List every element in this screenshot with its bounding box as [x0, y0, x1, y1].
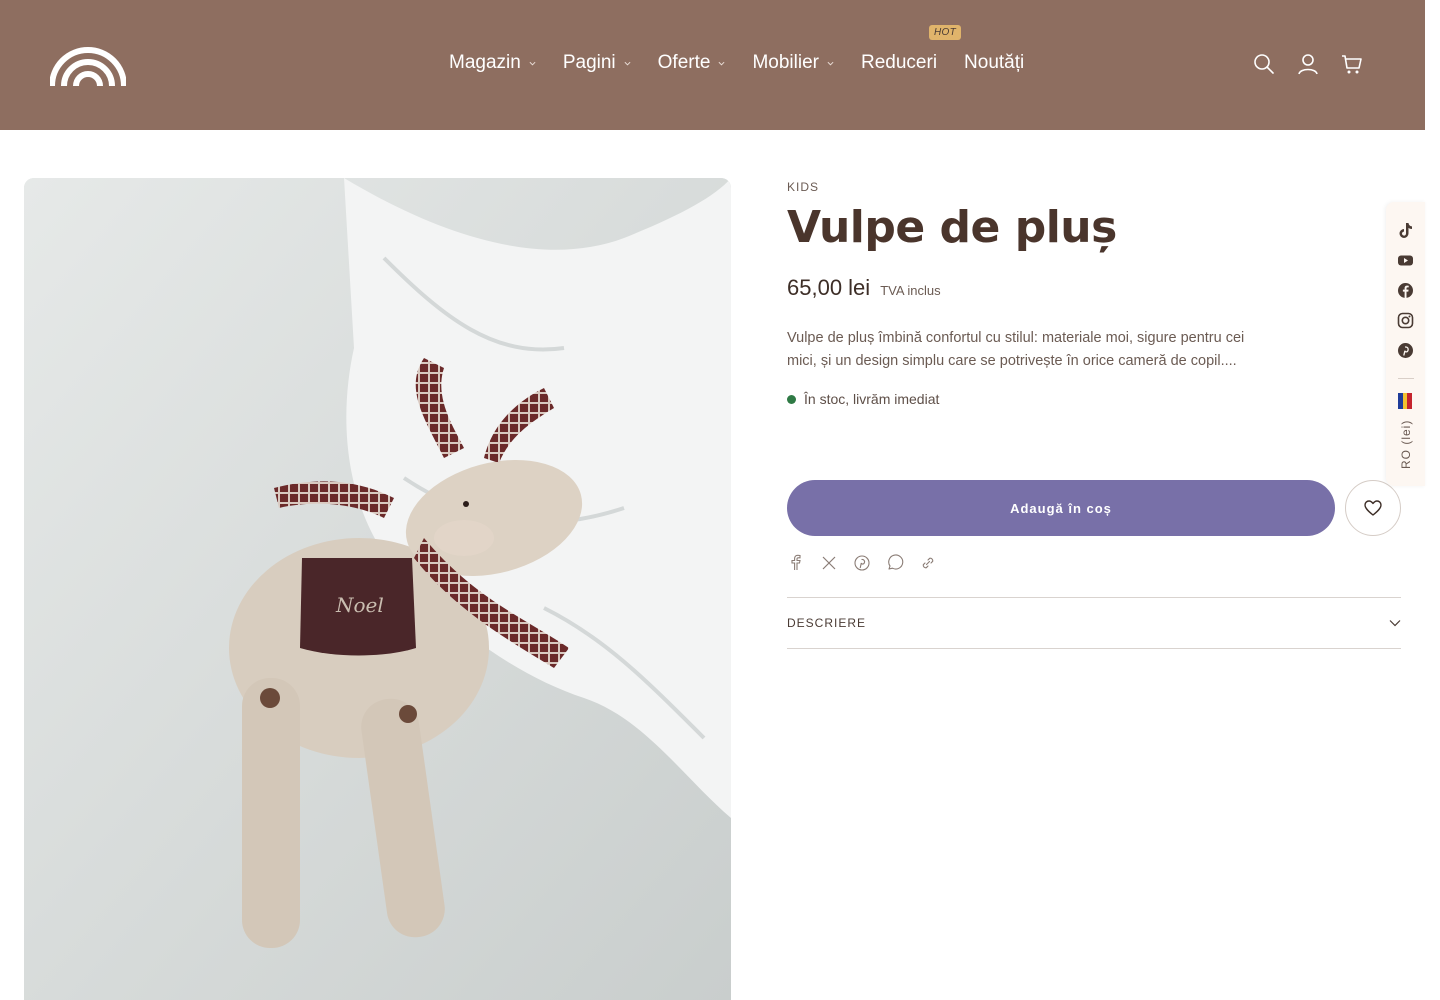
nav-item-oferte[interactable]: Oferte: [658, 52, 726, 74]
link-icon[interactable]: [919, 554, 937, 572]
language-currency-selector[interactable]: RO (lei): [1399, 420, 1413, 469]
saddle-text: Noel: [335, 593, 384, 617]
main-nav: Magazin Pagini Oferte Mobilier Reduceri …: [449, 25, 1051, 74]
nav-item-magazin[interactable]: Magazin: [449, 52, 536, 74]
logo-icon[interactable]: [50, 46, 126, 86]
rail-divider: [1398, 378, 1414, 379]
nav-label: Magazin: [449, 52, 521, 73]
product-vendor[interactable]: KIDS: [787, 180, 1401, 194]
nav-label: Noutăți: [964, 52, 1025, 73]
product-description: Vulpe de pluș îmbină confortul cu stilul…: [787, 330, 1245, 369]
chevron-down-icon: [827, 61, 834, 66]
wishlist-button[interactable]: [1345, 480, 1401, 536]
tax-note: TVA inclus: [880, 283, 941, 298]
header-actions: [1253, 53, 1363, 75]
instagram-icon[interactable]: [1397, 312, 1414, 329]
chevron-down-icon: [718, 61, 725, 66]
nav-label: Oferte: [657, 52, 711, 73]
nav-label: Pagini: [562, 52, 616, 73]
chevron-down-icon: [624, 61, 631, 66]
share-icons: [787, 554, 937, 572]
hot-badge: HOT: [929, 25, 962, 40]
product-title: Vulpe de pluș: [787, 202, 1117, 253]
whatsapp-icon[interactable]: [886, 554, 904, 572]
x-icon[interactable]: [820, 554, 838, 572]
stock-status: În stoc, livrăm imediat: [787, 391, 1401, 407]
price-row: 65,00 lei TVA inclus: [787, 275, 1401, 301]
facebook-icon[interactable]: [1397, 282, 1414, 299]
chevron-down-icon: [1389, 620, 1401, 627]
stock-text: În stoc, livrăm imediat: [804, 391, 940, 407]
nav-item-mobilier[interactable]: Mobilier: [752, 52, 834, 74]
tiktok-icon[interactable]: [1397, 222, 1414, 239]
heart-icon: [1364, 500, 1382, 516]
youtube-icon[interactable]: [1397, 252, 1414, 269]
romania-flag-icon[interactable]: [1398, 393, 1413, 409]
plush-reindeer-illustration: Noel: [24, 178, 731, 1000]
cart-icon[interactable]: [1341, 53, 1363, 75]
add-to-cart-button[interactable]: Adaugă în coș: [787, 480, 1335, 536]
nav-label: Reduceri: [861, 52, 938, 73]
search-icon[interactable]: [1253, 53, 1275, 75]
product-info: KIDS Vulpe de pluș 65,00 lei TVA inclus …: [787, 178, 1401, 649]
nav-item-reduceri[interactable]: Reduceri HOT: [861, 25, 962, 74]
stock-dot-icon: [787, 394, 796, 404]
description-accordion[interactable]: DESCRIERE: [787, 597, 1401, 649]
nav-item-noutati[interactable]: Noutăți: [964, 52, 1024, 74]
accordion-label: DESCRIERE: [787, 616, 867, 630]
product-price: 65,00 lei: [787, 275, 871, 300]
facebook-icon[interactable]: [787, 554, 805, 572]
pinterest-icon[interactable]: [1397, 342, 1414, 359]
pinterest-icon[interactable]: [853, 554, 871, 572]
site-header: Magazin Pagini Oferte Mobilier Reduceri …: [0, 0, 1425, 130]
chevron-down-icon: [529, 61, 536, 66]
product-image[interactable]: Noel: [24, 178, 731, 1000]
account-icon[interactable]: [1297, 53, 1319, 75]
nav-item-pagini[interactable]: Pagini: [563, 52, 631, 74]
social-rail: RO (lei): [1386, 202, 1425, 486]
nav-label: Mobilier: [752, 52, 819, 73]
